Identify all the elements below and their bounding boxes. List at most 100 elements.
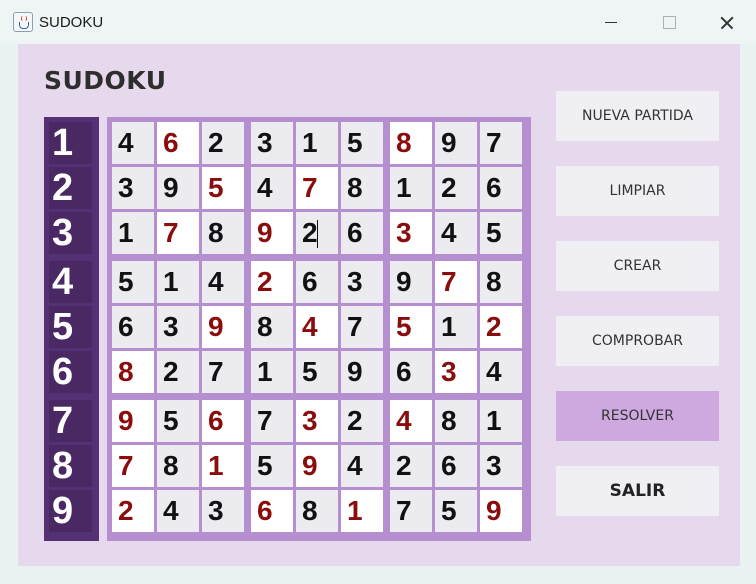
row-number-label: 3	[49, 212, 92, 254]
sudoku-cell[interactable]: 3	[157, 306, 199, 348]
sudoku-cell[interactable]: 7	[296, 167, 338, 209]
sudoku-cell[interactable]: 1	[112, 212, 154, 254]
sudoku-cell[interactable]: 4	[157, 490, 199, 532]
close-button[interactable]	[698, 0, 756, 44]
sudoku-cell[interactable]: 8	[435, 400, 477, 442]
row-number-label: 9	[49, 490, 92, 532]
create-button[interactable]: CREAR	[556, 241, 719, 291]
sudoku-cell[interactable]: 6	[157, 122, 199, 164]
sudoku-cell[interactable]: 3	[296, 400, 338, 442]
sudoku-cell[interactable]: 2	[251, 261, 293, 303]
sudoku-cell[interactable]: 6	[251, 490, 293, 532]
new-game-button[interactable]: NUEVA PARTIDA	[556, 91, 719, 141]
row-number-label: 8	[49, 445, 92, 487]
sudoku-cell[interactable]: 8	[296, 490, 338, 532]
sudoku-cell[interactable]: 1	[296, 122, 338, 164]
sudoku-cell[interactable]: 6	[112, 306, 154, 348]
sudoku-cell[interactable]: 9	[480, 490, 522, 532]
sudoku-cell[interactable]: 2	[296, 212, 338, 254]
minimize-button[interactable]	[582, 0, 640, 44]
sudoku-cell[interactable]: 1	[202, 445, 244, 487]
sudoku-cell[interactable]: 1	[341, 490, 383, 532]
sudoku-cell[interactable]: 2	[202, 122, 244, 164]
sudoku-cell[interactable]: 3	[341, 261, 383, 303]
row-number-label: 1	[49, 122, 92, 164]
exit-button[interactable]: SALIR	[556, 466, 719, 516]
sudoku-cell[interactable]: 9	[157, 167, 199, 209]
sudoku-cell[interactable]: 8	[390, 122, 432, 164]
sudoku-cell[interactable]: 4	[296, 306, 338, 348]
row-number-label: 7	[49, 400, 92, 442]
sudoku-cell[interactable]: 7	[341, 306, 383, 348]
sudoku-cell[interactable]: 8	[112, 351, 154, 393]
sudoku-cell[interactable]: 8	[341, 167, 383, 209]
sudoku-cell[interactable]: 5	[480, 212, 522, 254]
sudoku-cell[interactable]: 6	[341, 212, 383, 254]
sudoku-cell[interactable]: 5	[112, 261, 154, 303]
page-title: SUDOKU	[44, 66, 167, 95]
row-number-label: 5	[49, 306, 92, 348]
sudoku-cell[interactable]: 5	[296, 351, 338, 393]
sudoku-cell[interactable]: 3	[112, 167, 154, 209]
sudoku-cell[interactable]: 6	[480, 167, 522, 209]
sudoku-cell[interactable]: 3	[251, 122, 293, 164]
sudoku-cell[interactable]: 3	[390, 212, 432, 254]
maximize-button[interactable]	[640, 0, 698, 44]
sudoku-cell[interactable]: 9	[112, 400, 154, 442]
sudoku-cell[interactable]: 9	[251, 212, 293, 254]
sudoku-cell[interactable]: 5	[202, 167, 244, 209]
sudoku-cell[interactable]: 2	[480, 306, 522, 348]
sudoku-cell[interactable]: 5	[157, 400, 199, 442]
sudoku-cell[interactable]: 3	[202, 490, 244, 532]
sudoku-cell[interactable]: 8	[202, 212, 244, 254]
sudoku-cell[interactable]: 4	[435, 212, 477, 254]
sudoku-cell[interactable]: 4	[390, 400, 432, 442]
sudoku-cell[interactable]: 1	[251, 351, 293, 393]
sudoku-cell[interactable]: 7	[435, 261, 477, 303]
sudoku-cell[interactable]: 7	[251, 400, 293, 442]
sudoku-cell[interactable]: 8	[157, 445, 199, 487]
sudoku-cell[interactable]: 9	[390, 261, 432, 303]
sudoku-cell[interactable]: 7	[480, 122, 522, 164]
sudoku-cell[interactable]: 3	[435, 351, 477, 393]
sudoku-cell[interactable]: 4	[251, 167, 293, 209]
sudoku-cell[interactable]: 4	[480, 351, 522, 393]
title-bar[interactable]: SUDOKU	[0, 0, 756, 44]
sudoku-cell[interactable]: 6	[435, 445, 477, 487]
sudoku-cell[interactable]: 1	[480, 400, 522, 442]
check-button[interactable]: COMPROBAR	[556, 316, 719, 366]
sudoku-cell[interactable]: 4	[341, 445, 383, 487]
sudoku-cell[interactable]: 9	[435, 122, 477, 164]
sudoku-cell[interactable]: 2	[341, 400, 383, 442]
sudoku-cell[interactable]: 9	[202, 306, 244, 348]
sudoku-cell[interactable]: 1	[390, 167, 432, 209]
main-panel: SUDOKU 123456789 46231589739547812617892…	[18, 44, 740, 566]
sudoku-cell[interactable]: 6	[296, 261, 338, 303]
sudoku-cell[interactable]: 9	[341, 351, 383, 393]
sudoku-cell[interactable]: 5	[251, 445, 293, 487]
sudoku-cell[interactable]: 2	[390, 445, 432, 487]
sudoku-cell[interactable]: 6	[390, 351, 432, 393]
sudoku-cell[interactable]: 2	[435, 167, 477, 209]
sudoku-cell[interactable]: 8	[480, 261, 522, 303]
sudoku-cell[interactable]: 6	[202, 400, 244, 442]
sudoku-cell[interactable]: 4	[202, 261, 244, 303]
sudoku-cell[interactable]: 5	[341, 122, 383, 164]
sudoku-cell[interactable]: 4	[112, 122, 154, 164]
sudoku-cell[interactable]: 7	[112, 445, 154, 487]
sudoku-cell[interactable]: 5	[390, 306, 432, 348]
row-number-label: 2	[49, 167, 92, 209]
sudoku-cell[interactable]: 2	[157, 351, 199, 393]
sudoku-cell[interactable]: 7	[157, 212, 199, 254]
sudoku-cell[interactable]: 8	[251, 306, 293, 348]
sudoku-cell[interactable]: 2	[112, 490, 154, 532]
sudoku-cell[interactable]: 5	[435, 490, 477, 532]
sudoku-cell[interactable]: 1	[435, 306, 477, 348]
sudoku-cell[interactable]: 7	[202, 351, 244, 393]
sudoku-cell[interactable]: 9	[296, 445, 338, 487]
sudoku-cell[interactable]: 7	[390, 490, 432, 532]
clear-button[interactable]: LIMPIAR	[556, 166, 719, 216]
solve-button[interactable]: RESOLVER	[556, 391, 719, 441]
sudoku-cell[interactable]: 3	[480, 445, 522, 487]
sudoku-cell[interactable]: 1	[157, 261, 199, 303]
